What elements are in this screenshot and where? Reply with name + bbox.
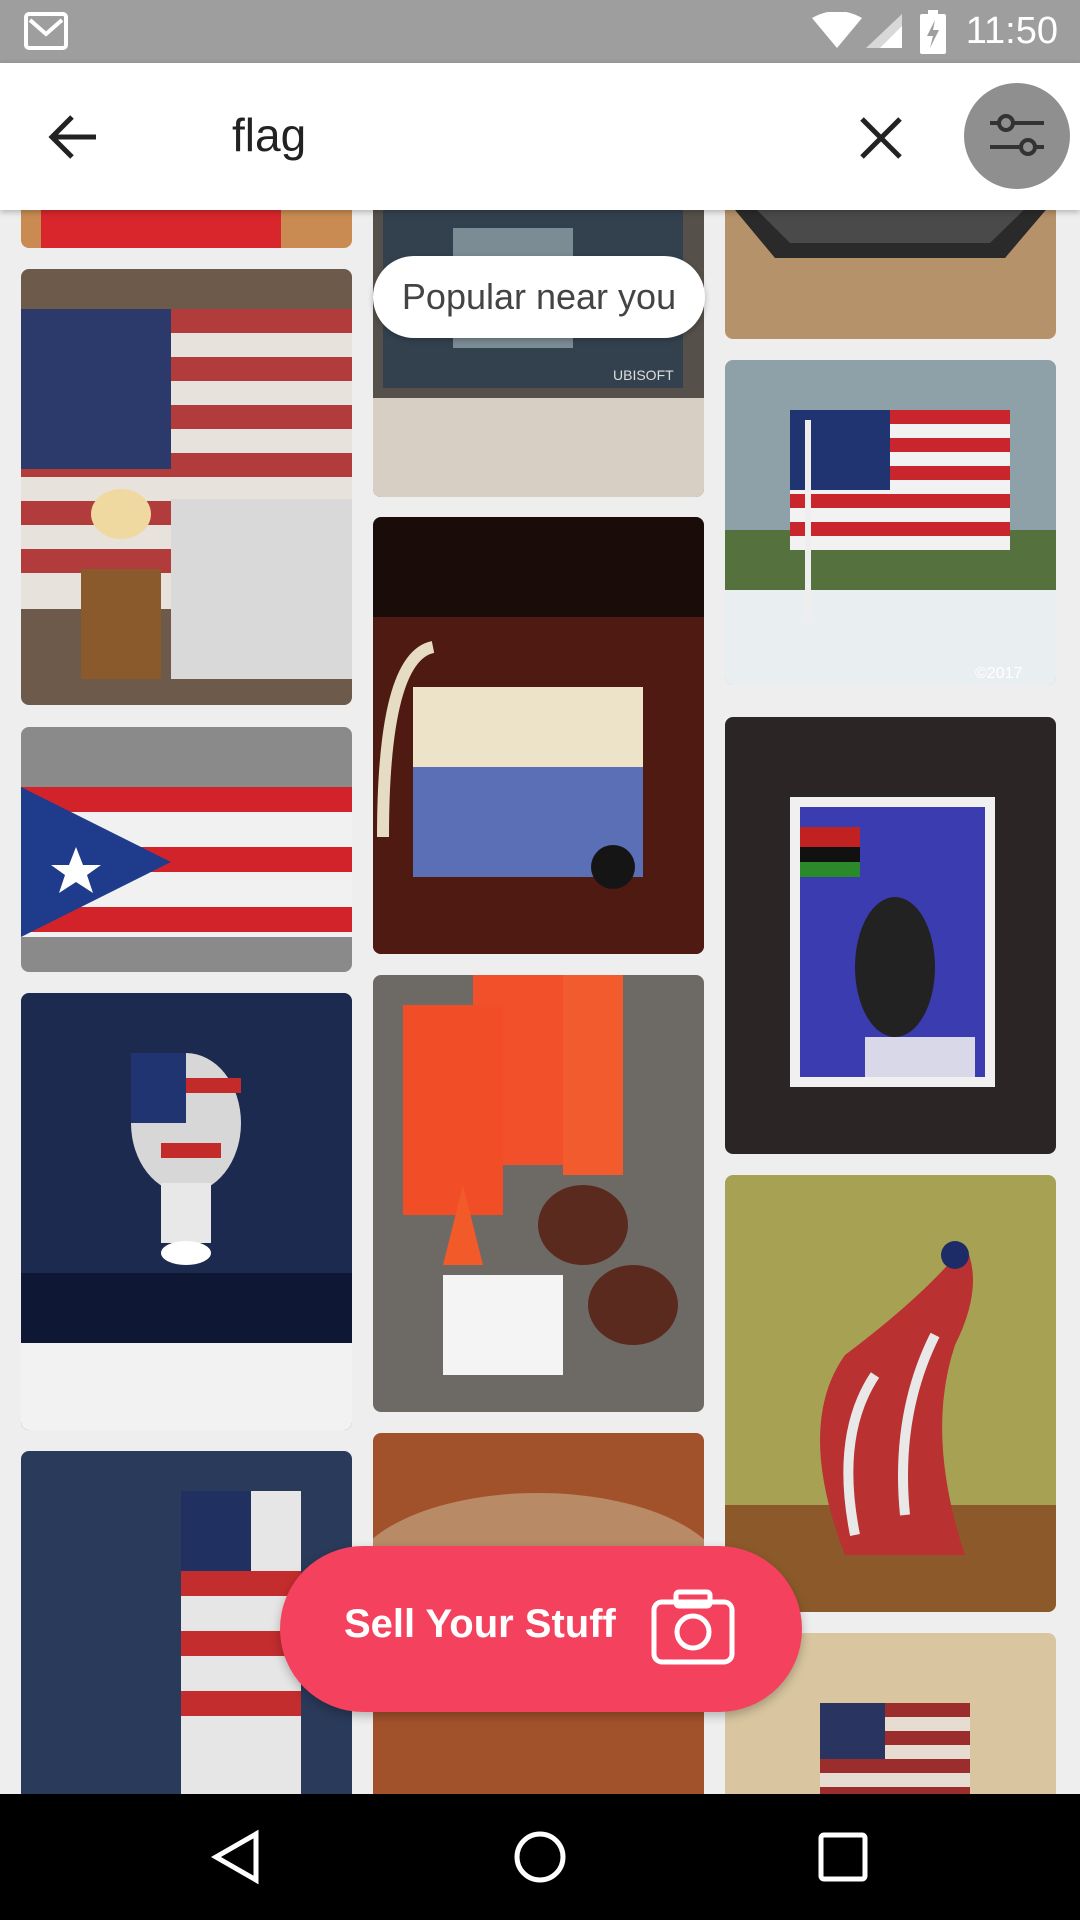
search-header: flag: [0, 63, 1080, 210]
listing-card[interactable]: [21, 993, 352, 1430]
sell-button-label: Sell Your Stuff: [344, 1602, 616, 1646]
listing-card[interactable]: [373, 517, 704, 954]
filter-button[interactable]: [964, 83, 1070, 189]
badge-label: Popular near you: [401, 276, 677, 317]
listing-card[interactable]: [21, 727, 352, 972]
nav-back-icon[interactable]: [208, 1828, 266, 1886]
listing-card[interactable]: [725, 210, 1056, 339]
listing-caption: ©2017: [975, 665, 1022, 682]
listing-card[interactable]: [725, 717, 1056, 1154]
status-bar: 11:50: [0, 0, 1080, 63]
camera-icon: [651, 1589, 735, 1665]
back-arrow-icon[interactable]: [44, 107, 104, 167]
close-icon[interactable]: [854, 111, 908, 165]
search-query[interactable]: flag: [232, 108, 306, 162]
listing-caption: UBISOFT: [613, 367, 674, 383]
nav-home-icon[interactable]: [511, 1828, 569, 1886]
listing-card[interactable]: [21, 269, 352, 705]
listing-card[interactable]: ©2017: [725, 360, 1056, 685]
status-time: 11:50: [965, 10, 1058, 52]
wifi-icon: [812, 12, 862, 48]
listing-card[interactable]: [725, 1175, 1056, 1612]
filter-sliders-icon: [990, 114, 1044, 156]
popular-near-you-badge: Popular near you: [373, 256, 705, 338]
sell-your-stuff-button[interactable]: Sell Your Stuff: [280, 1546, 802, 1712]
listing-card[interactable]: [373, 975, 704, 1412]
listing-card[interactable]: [21, 210, 352, 248]
battery-icon: [920, 10, 946, 54]
nav-recents-icon[interactable]: [814, 1828, 872, 1886]
gmail-icon: [24, 12, 68, 50]
listing-card[interactable]: UBISOFT: [373, 210, 704, 497]
system-nav-bar: [0, 1794, 1080, 1920]
signal-icon: [866, 14, 902, 48]
